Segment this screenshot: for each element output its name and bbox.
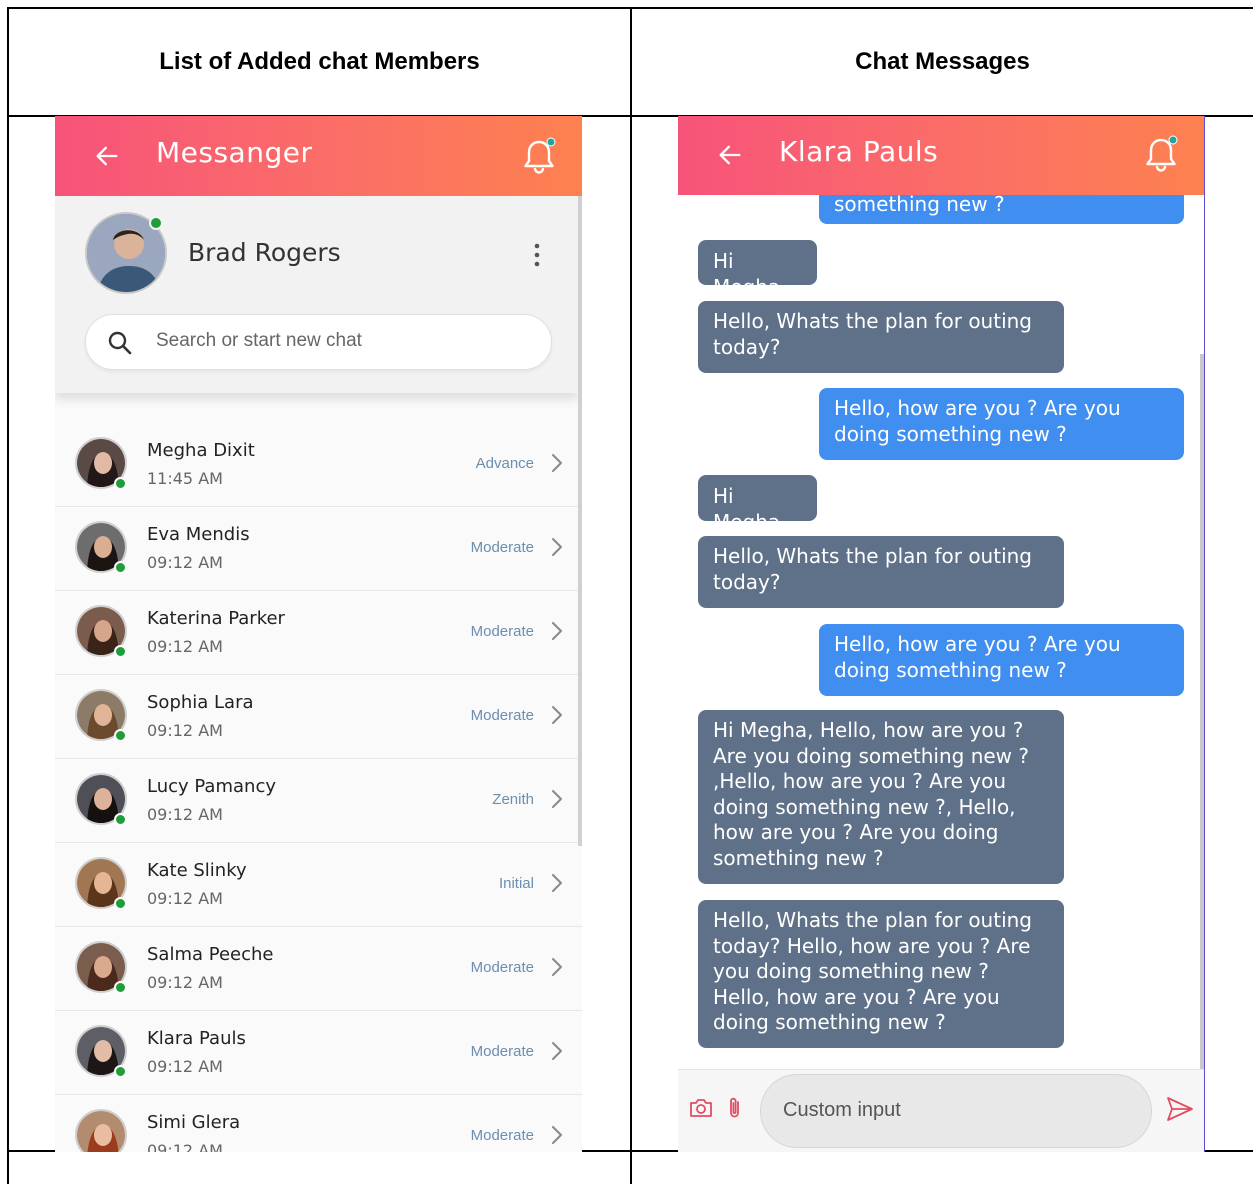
- contact-row[interactable]: Katerina Parker 09:12 AM Moderate: [55, 591, 582, 675]
- online-indicator: [114, 477, 127, 490]
- online-indicator: [114, 1065, 127, 1078]
- sent-message: Hello, how are you ? Are you doing somet…: [819, 624, 1184, 696]
- chevron-right-icon[interactable]: [550, 536, 564, 558]
- received-message: Hi Megha: [698, 475, 817, 534]
- chevron-right-icon[interactable]: [550, 872, 564, 894]
- contact-level: Initial: [498, 875, 534, 892]
- contact-row[interactable]: Sophia Lara 09:12 AM Moderate: [55, 675, 582, 759]
- messenger-screen: Messanger Brad Rogers Search or start ne…: [55, 116, 582, 1152]
- online-indicator: [114, 897, 127, 910]
- online-indicator: [114, 645, 127, 658]
- arrow-left-icon[interactable]: [93, 142, 121, 170]
- contact-row[interactable]: Eva Mendis 09:12 AM Moderate: [55, 507, 582, 591]
- message-composer: Custom input: [678, 1069, 1204, 1152]
- sent-message: Hello, how are you ? Are you doing somet…: [819, 388, 1184, 460]
- contact-photo-icon: [77, 1111, 125, 1152]
- online-indicator: [114, 813, 127, 826]
- contact-row[interactable]: Lucy Pamancy 09:12 AM Zenith: [55, 759, 582, 843]
- contact-level: Moderate: [470, 623, 534, 640]
- online-indicator: [114, 561, 127, 574]
- contact-time: 09:12 AM: [147, 973, 223, 992]
- contact-time: 11:45 AM: [147, 469, 223, 488]
- online-indicator: [114, 981, 127, 994]
- bell-icon[interactable]: [1142, 134, 1180, 174]
- contact-level: Moderate: [470, 539, 534, 556]
- more-vertical-icon[interactable]: [532, 242, 542, 268]
- contact-name: Katerina Parker: [147, 608, 285, 629]
- contact-name: Sophia Lara: [147, 692, 254, 713]
- contact-name: Lucy Pamancy: [147, 776, 276, 797]
- chat-screen: Klara Pauls something new ? Hi Megha Hel…: [678, 116, 1205, 1152]
- profile-name: Brad Rogers: [188, 238, 341, 267]
- app-title: Messanger: [156, 136, 313, 169]
- contact-time: 09:12 AM: [147, 889, 223, 908]
- left-column-heading: List of Added chat Members: [159, 48, 480, 75]
- messenger-app-bar: Messanger: [55, 116, 582, 196]
- scrollbar[interactable]: [578, 196, 582, 846]
- table-border-left: [7, 7, 9, 1184]
- received-message: Hi Megha: [698, 240, 817, 299]
- contact-name: Megha Dixit: [147, 440, 255, 461]
- contact-level: Moderate: [470, 707, 534, 724]
- contact-time: 09:12 AM: [147, 553, 223, 572]
- contact-time: 09:12 AM: [147, 1057, 223, 1076]
- bell-icon[interactable]: [520, 136, 558, 176]
- chat-app-bar: Klara Pauls: [678, 116, 1204, 195]
- contact-level: Moderate: [470, 1127, 534, 1144]
- contact-row[interactable]: Salma Peeche 09:12 AM Moderate: [55, 927, 582, 1011]
- arrow-left-icon[interactable]: [716, 141, 744, 169]
- contact-time: 09:12 AM: [147, 637, 223, 656]
- contact-list: Megha Dixit 11:45 AM Advance Eva Mendis 09:1…: [55, 423, 582, 1152]
- chevron-right-icon[interactable]: [550, 704, 564, 726]
- chevron-right-icon[interactable]: [550, 1124, 564, 1146]
- online-indicator: [149, 216, 163, 230]
- contact-row[interactable]: Simi Glera 09:12 AM Moderate: [55, 1095, 582, 1152]
- contact-time: 09:12 AM: [147, 721, 223, 740]
- send-icon[interactable]: [1166, 1096, 1194, 1122]
- contact-name: Kate Slinky: [147, 860, 247, 881]
- message-input[interactable]: Custom input: [760, 1074, 1152, 1148]
- received-message: Hello, Whats the plan for outing today?: [698, 536, 1064, 608]
- contact-row[interactable]: Klara Pauls 09:12 AM Moderate: [55, 1011, 582, 1095]
- chat-contact-name: Klara Pauls: [779, 135, 939, 168]
- message-input-placeholder: Custom input: [783, 1099, 901, 1121]
- chevron-right-icon[interactable]: [550, 620, 564, 642]
- contact-row[interactable]: Kate Slinky 09:12 AM Initial: [55, 843, 582, 927]
- received-message: Hello, Whats the plan for outing today? …: [698, 900, 1064, 1048]
- contact-time: 09:12 AM: [147, 1141, 223, 1152]
- contact-time: 09:12 AM: [147, 805, 223, 824]
- chevron-right-icon[interactable]: [550, 1040, 564, 1062]
- search-input[interactable]: Search or start new chat: [85, 314, 552, 370]
- chevron-right-icon[interactable]: [550, 956, 564, 978]
- chevron-right-icon[interactable]: [550, 452, 564, 474]
- contact-name: Simi Glera: [147, 1112, 241, 1133]
- search-placeholder: Search or start new chat: [156, 330, 362, 351]
- contact-name: Salma Peeche: [147, 944, 274, 965]
- contact-row[interactable]: Megha Dixit 11:45 AM Advance: [55, 423, 582, 507]
- avatar[interactable]: [75, 1109, 127, 1152]
- contact-level: Moderate: [470, 1043, 534, 1060]
- profile-header: Brad Rogers Search or start new chat: [55, 196, 578, 393]
- camera-icon[interactable]: [689, 1097, 713, 1119]
- contact-name: Klara Pauls: [147, 1028, 246, 1049]
- contact-level: Zenith: [492, 791, 534, 808]
- contact-level: Advance: [475, 455, 534, 472]
- received-message: Hello, Whats the plan for outing today?: [698, 301, 1064, 373]
- search-icon: [108, 331, 132, 355]
- table-border-middle: [630, 7, 632, 1184]
- message-list: something new ? Hi Megha Hello, Whats th…: [678, 116, 1204, 1069]
- paperclip-icon[interactable]: [728, 1096, 742, 1120]
- contact-level: Moderate: [470, 959, 534, 976]
- table-border-top: [7, 7, 1253, 9]
- scrollbar[interactable]: [1200, 354, 1204, 1069]
- received-message: Hi Megha, Hello, how are you ? Are you d…: [698, 710, 1064, 884]
- chevron-right-icon[interactable]: [550, 788, 564, 810]
- right-column-heading: Chat Messages: [855, 48, 1030, 75]
- online-indicator: [114, 729, 127, 742]
- contact-name: Eva Mendis: [147, 524, 250, 545]
